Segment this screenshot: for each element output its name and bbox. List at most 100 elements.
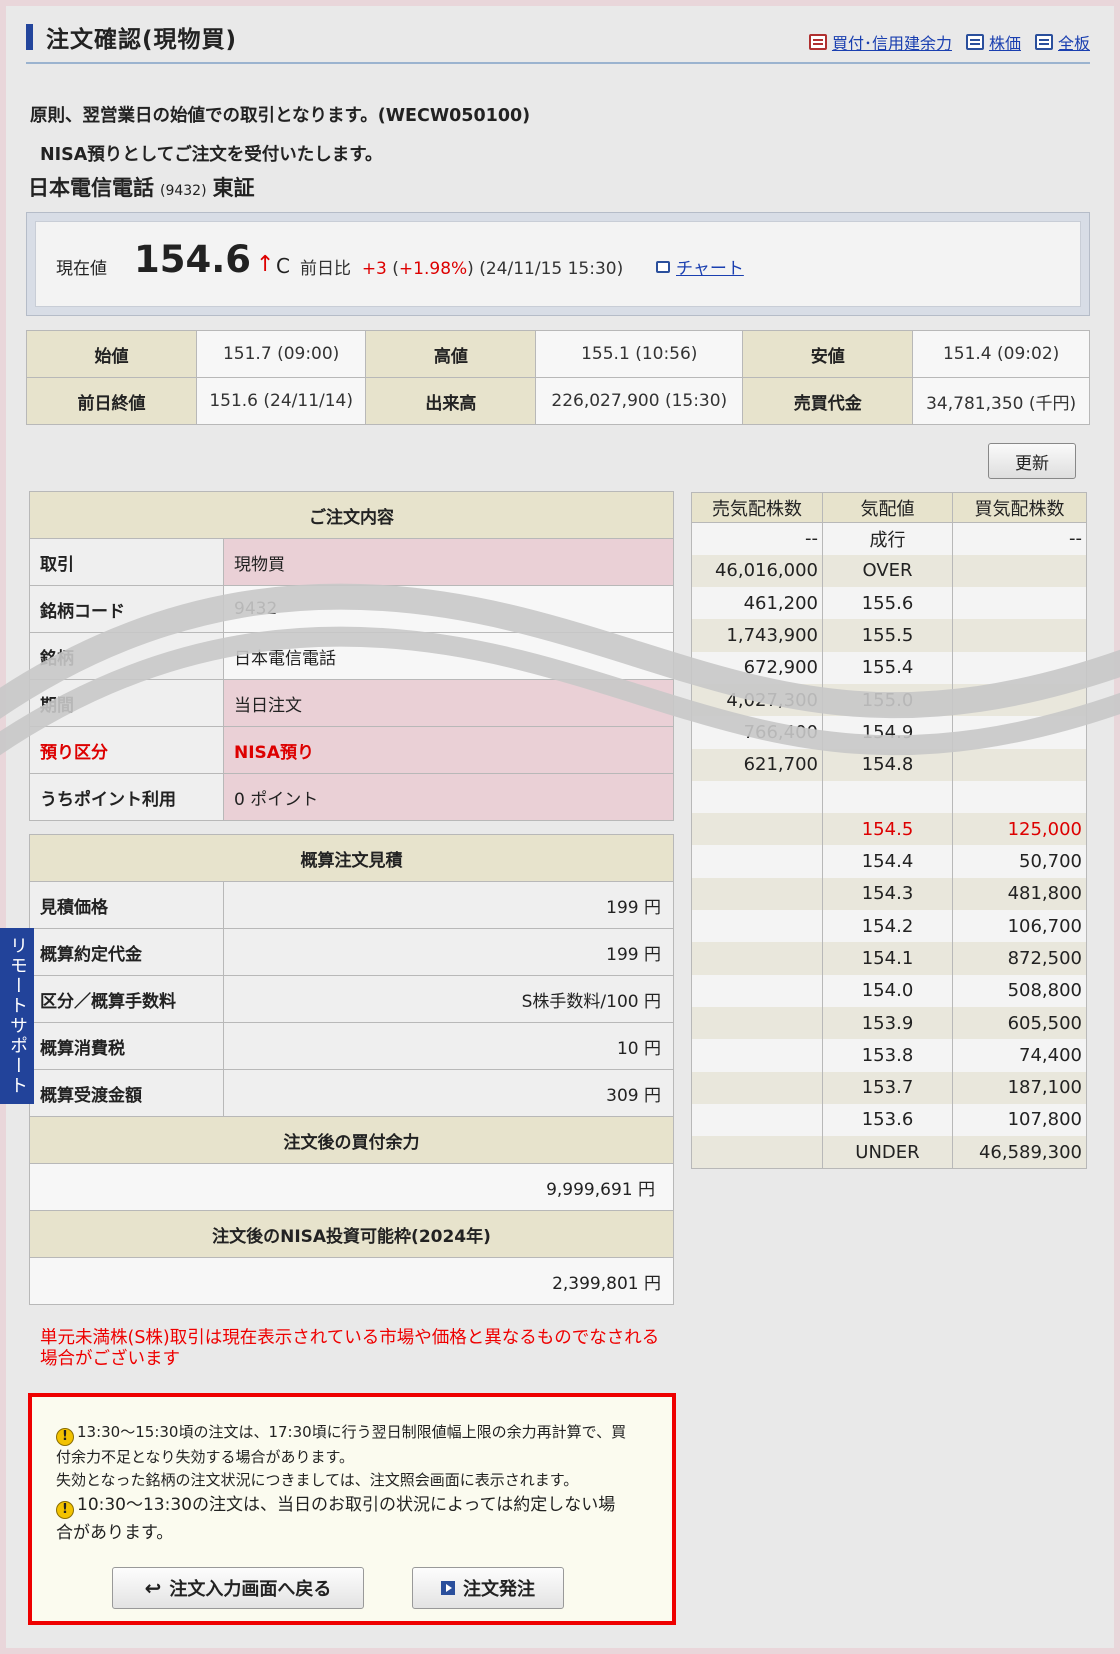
page-title: 注文確認(現物買) <box>46 27 238 53</box>
buying-power-link[interactable]: 買付･信用建余力 <box>808 30 952 54</box>
prev-close-cell: 151.6 (24/11/14) <box>195 377 367 425</box>
full-board-link[interactable]: 全板 <box>1034 30 1090 54</box>
buy-qty-cell <box>952 683 1087 717</box>
order-key: 預り区分 <box>29 726 224 774</box>
order-book-row: 621,700 154.8 <box>691 748 1087 781</box>
order-book-row: 4,027,300 155.0 <box>691 683 1087 717</box>
remote-support-tab[interactable]: リモートサポート <box>0 928 34 1104</box>
order-value: 当日注文 <box>223 679 674 727</box>
price-timestamp: (24/11/15 15:30) <box>479 259 624 279</box>
order-row: 預り区分 NISA預り <box>29 726 674 774</box>
back-button-label: 注文入力画面へ戻る <box>169 1579 332 1600</box>
quote-price-cell: 154.9 <box>822 716 953 749</box>
estimate-row: 概算消費税 10 円 <box>29 1022 674 1070</box>
sell-qty-cell <box>691 910 823 943</box>
order-book-row: 153.8 74,400 <box>691 1039 1087 1072</box>
notice-line: 付余力不足となり失効する場合があります。 <box>56 1448 355 1466</box>
sell-qty-cell <box>691 1136 823 1169</box>
sell-qty-cell: 621,700 <box>691 748 823 781</box>
turnover-value: 34,781,350 <box>926 393 1024 414</box>
quote-price-cell: UNDER <box>822 1136 953 1169</box>
order-book-row: 672,900 155.4 <box>691 651 1087 684</box>
quote-price-cell: 154.3 <box>822 877 953 911</box>
order-book-row <box>691 780 1087 814</box>
notice-paragraph-1: ! 13:30〜15:30頃の注文は、17:30頃に行う翌日制限値幅上限の余力再計… <box>56 1421 626 1492</box>
buy-qty-cell: 605,500 <box>952 1006 1087 1040</box>
order-key: 取引 <box>29 538 224 586</box>
estimate-key: 概算受渡金額 <box>29 1069 224 1117</box>
prev-close-value: 151.6 <box>209 391 258 411</box>
estimate-header: 概算注文見積 <box>29 834 674 882</box>
order-book-row: 153.7 187,100 <box>691 1071 1087 1104</box>
quote-price-cell: 155.0 <box>822 683 953 717</box>
sell-qty-cell <box>691 1039 823 1072</box>
sell-qty-cell: 461,200 <box>691 587 823 620</box>
warning-icon: ! <box>56 1428 74 1446</box>
estimate-key: 概算消費税 <box>29 1022 224 1070</box>
quote-price-cell: 153.8 <box>822 1039 953 1072</box>
sell-qty-cell: 46,016,000 <box>691 554 823 588</box>
order-value: 日本電信電話 <box>223 632 674 680</box>
buying-power-header: 注文後の買付余力 <box>29 1116 674 1164</box>
notice-line: 失効となった銘柄の注文状況につきましては、注文照会画面に表示されます。 <box>56 1471 579 1489</box>
buy-qty-cell <box>952 780 1087 814</box>
estimate-key: 概算約定代金 <box>29 928 224 976</box>
estimate-value: 10 円 <box>223 1022 674 1070</box>
order-row: うちポイント利用 0 ポイント <box>29 773 674 821</box>
buy-qty-cell: 187,100 <box>952 1071 1087 1104</box>
high-time: (10:56) <box>635 344 698 364</box>
volume-label: 出来高 <box>365 377 537 425</box>
chart-link[interactable]: チャート <box>656 254 744 279</box>
order-book-row: 461,200 155.6 <box>691 587 1087 620</box>
notice-paragraph-2: ! 10:30〜13:30の注文は、当日のお取引の状況によっては約定しない場 合が… <box>56 1491 615 1547</box>
low-cell: 151.4 (09:02) <box>912 330 1090 378</box>
prev-close-date: (24/11/14) <box>263 391 354 411</box>
order-row: 銘柄 日本電信電話 <box>29 632 674 680</box>
order-book-row: 154.5 125,000 <box>691 813 1087 846</box>
low-label: 安値 <box>742 330 914 378</box>
order-book-row: 154.1 872,500 <box>691 942 1087 975</box>
sell-qty-cell <box>691 845 823 878</box>
order-header: ご注文内容 <box>29 491 674 539</box>
low-value: 151.4 <box>942 344 992 364</box>
quote-price-cell: 153.9 <box>822 1006 953 1040</box>
notice-line: 合があります。 <box>56 1523 174 1543</box>
quote-price-cell: 154.0 <box>822 974 953 1007</box>
high-cell: 155.1 (10:56) <box>535 330 744 378</box>
order-book-row: 154.4 50,700 <box>691 845 1087 878</box>
order-book-row: UNDER 46,589,300 <box>691 1136 1087 1169</box>
buy-qty-cell <box>952 748 1087 781</box>
quote-price-cell: 154.4 <box>822 845 953 878</box>
place-order-button[interactable]: 注文発注 <box>412 1567 564 1609</box>
high-value: 155.1 <box>581 344 630 364</box>
stock-price-link[interactable]: 株価 <box>965 30 1021 54</box>
buy-qty-cell <box>952 554 1087 588</box>
estimate-row: 見積価格 199 円 <box>29 881 674 929</box>
order-key: 銘柄コード <box>29 585 224 633</box>
quote-price-cell: 成行 <box>822 522 953 555</box>
play-icon <box>441 1581 455 1595</box>
sell-qty-cell <box>691 877 823 911</box>
low-time: (09:02) <box>997 344 1060 364</box>
turnover-label: 売買代金 <box>742 377 914 425</box>
price-summary-row: 始値 151.7 (09:00) 高値 155.1 (10:56) 安値 151… <box>26 330 1090 378</box>
buy-qty-cell: 481,800 <box>952 877 1087 911</box>
spacer <box>30 821 674 835</box>
order-row: 銘柄コード 9432 <box>29 585 674 633</box>
refresh-button[interactable]: 更新 <box>988 443 1076 479</box>
volume-time: (15:30) <box>664 391 728 411</box>
order-book-row: -- 成行 -- <box>691 522 1087 555</box>
back-to-input-button[interactable]: ↩ 注文入力画面へ戻る <box>112 1567 364 1609</box>
title-accent-bar <box>26 24 33 50</box>
sell-qty-cell <box>691 1103 823 1137</box>
sell-qty-header: 売気配株数 <box>691 492 823 523</box>
estimate-key: 見積価格 <box>29 881 224 929</box>
buy-qty-cell <box>952 619 1087 652</box>
sell-qty-cell: 1,743,900 <box>691 619 823 652</box>
nisa-limit-header: 注文後のNISA投資可能枠(2024年) <box>29 1210 674 1258</box>
quote-price-cell: 154.1 <box>822 942 953 975</box>
up-arrow-icon: ↑ <box>256 252 275 277</box>
order-book-row: 766,400 154.9 <box>691 716 1087 749</box>
change-percent: +1.98% <box>398 259 468 279</box>
open-time: (09:00) <box>277 344 340 364</box>
